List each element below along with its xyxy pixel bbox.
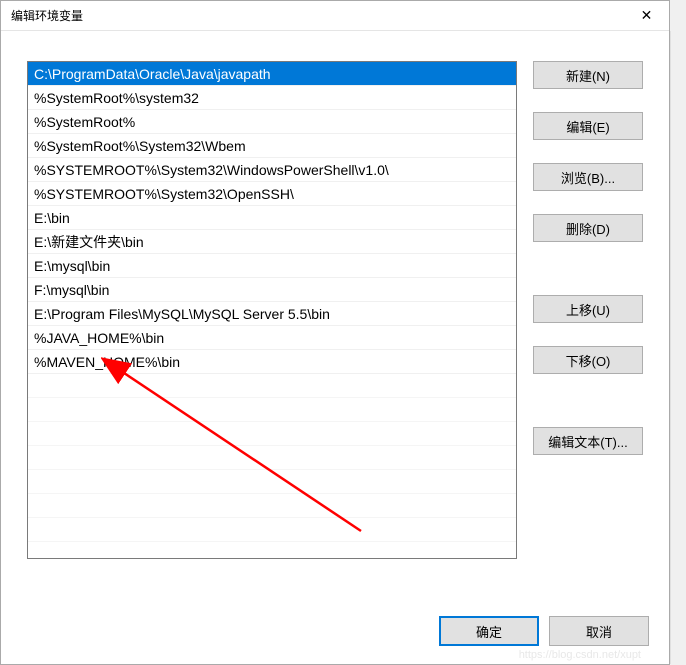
moveup-button[interactable]: 上移(U) bbox=[533, 295, 643, 323]
path-list-item[interactable]: F:\mysql\bin bbox=[28, 278, 516, 302]
path-list-item[interactable]: %SystemRoot%\System32\Wbem bbox=[28, 134, 516, 158]
side-button-panel: 新建(N) 编辑(E) 浏览(B)... 删除(D) 上移(U) 下移(O) 编… bbox=[533, 61, 643, 559]
path-list-item[interactable]: %SYSTEMROOT%\System32\OpenSSH\ bbox=[28, 182, 516, 206]
new-button[interactable]: 新建(N) bbox=[533, 61, 643, 89]
titlebar: 编辑环境变量 ✕ bbox=[1, 1, 669, 31]
browse-button[interactable]: 浏览(B)... bbox=[533, 163, 643, 191]
path-list-item[interactable]: %SystemRoot%\system32 bbox=[28, 86, 516, 110]
ok-button[interactable]: 确定 bbox=[439, 616, 539, 646]
path-list-item-empty[interactable] bbox=[28, 398, 516, 422]
path-list-item-empty[interactable] bbox=[28, 422, 516, 446]
dialog-footer: 确定 取消 bbox=[439, 616, 649, 646]
path-list-item[interactable]: %MAVEN_HOME%\bin bbox=[28, 350, 516, 374]
path-list-item-empty[interactable] bbox=[28, 470, 516, 494]
path-list-item[interactable]: E:\Program Files\MySQL\MySQL Server 5.5\… bbox=[28, 302, 516, 326]
path-list-item[interactable]: E:\新建文件夹\bin bbox=[28, 230, 516, 254]
path-list-item-empty[interactable] bbox=[28, 518, 516, 542]
cancel-button[interactable]: 取消 bbox=[549, 616, 649, 646]
path-list-item[interactable]: %JAVA_HOME%\bin bbox=[28, 326, 516, 350]
movedown-button[interactable]: 下移(O) bbox=[533, 346, 643, 374]
watermark-text: https://blog.csdn.net/xupt bbox=[519, 649, 641, 661]
path-list-item[interactable]: %SystemRoot% bbox=[28, 110, 516, 134]
path-list-item[interactable]: E:\mysql\bin bbox=[28, 254, 516, 278]
path-list-item[interactable]: E:\bin bbox=[28, 206, 516, 230]
close-button[interactable]: ✕ bbox=[624, 1, 669, 31]
delete-button[interactable]: 删除(D) bbox=[533, 214, 643, 242]
edit-button[interactable]: 编辑(E) bbox=[533, 112, 643, 140]
path-list-item-empty[interactable] bbox=[28, 494, 516, 518]
env-var-dialog: 编辑环境变量 ✕ C:\ProgramData\Oracle\Java\java… bbox=[0, 0, 670, 665]
outer-scrollbar[interactable] bbox=[670, 31, 685, 664]
path-listbox[interactable]: C:\ProgramData\Oracle\Java\javapath%Syst… bbox=[27, 61, 517, 559]
edittext-button[interactable]: 编辑文本(T)... bbox=[533, 427, 643, 455]
path-list-item-empty[interactable] bbox=[28, 446, 516, 470]
path-list-item[interactable]: %SYSTEMROOT%\System32\WindowsPowerShell\… bbox=[28, 158, 516, 182]
path-list-item[interactable]: C:\ProgramData\Oracle\Java\javapath bbox=[28, 62, 516, 86]
close-icon: ✕ bbox=[641, 7, 653, 24]
path-list-item-empty[interactable] bbox=[28, 374, 516, 398]
window-title: 编辑环境变量 bbox=[11, 7, 83, 24]
dialog-content: C:\ProgramData\Oracle\Java\javapath%Syst… bbox=[1, 31, 669, 579]
